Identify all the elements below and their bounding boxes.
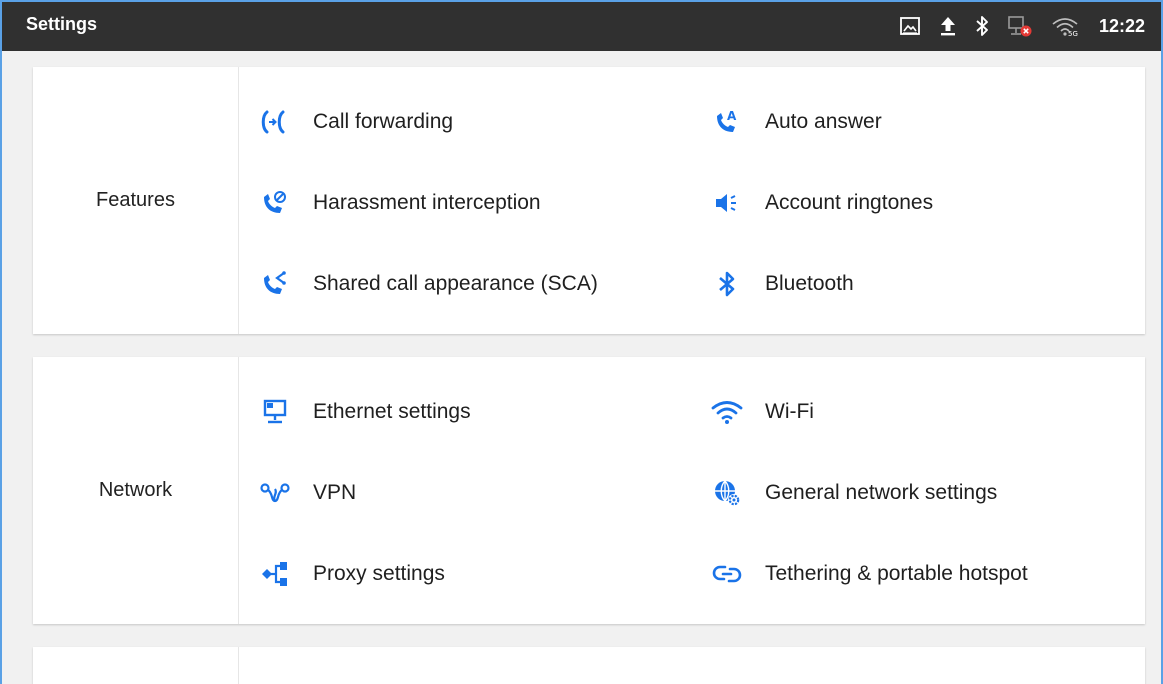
hotspot-icon: [711, 558, 743, 590]
ethernet-error-icon: [1007, 15, 1033, 37]
next-grid: [239, 647, 1145, 684]
shared-call-appearance-label: Shared call appearance (SCA): [313, 272, 598, 295]
gallery-icon: [899, 16, 921, 36]
features-section: Features Call forwarding A Auto answer H…: [33, 67, 1145, 334]
bluetooth-icon: [711, 268, 743, 300]
ethernet-settings-label: Ethernet settings: [313, 400, 471, 423]
wifi-item[interactable]: Wi-Fi: [711, 392, 814, 432]
vpn-item[interactable]: VPN: [259, 473, 356, 513]
account-ringtones-label: Account ringtones: [765, 191, 934, 214]
ringtone-icon: [711, 187, 743, 219]
wifi-band-label: 5G: [1068, 30, 1078, 37]
network-settings-icon: [711, 477, 743, 509]
tethering-hotspot-label: Tethering & portable hotspot: [765, 562, 1028, 585]
wifi-label: Wi-Fi: [765, 400, 814, 423]
auto-answer-badge: A: [727, 109, 737, 123]
section-label-next: [33, 647, 239, 684]
general-network-settings-label: General network settings: [765, 481, 998, 504]
wifi-5g-icon: 5G: [1051, 15, 1081, 37]
section-label-features: Features: [33, 67, 239, 334]
harassment-interception-item[interactable]: Harassment interception: [259, 183, 541, 223]
vpn-label: VPN: [313, 481, 357, 504]
features-grid: Call forwarding A Auto answer Harassment…: [239, 67, 1145, 334]
device-screen: Settings 5G 12:22 Features Call forwardi…: [0, 0, 1163, 684]
wifi-icon: [711, 396, 743, 428]
call-forwarding-item[interactable]: Call forwarding: [259, 102, 453, 142]
bluetooth-label: Bluetooth: [765, 272, 854, 295]
status-bar: Settings 5G 12:22: [2, 0, 1161, 51]
next-section: [33, 647, 1145, 684]
section-label-network: Network: [33, 357, 239, 624]
call-forwarding-label: Call forwarding: [313, 110, 454, 133]
proxy-icon: [259, 558, 291, 590]
tethering-hotspot-item[interactable]: Tethering & portable hotspot: [711, 554, 1028, 594]
shared-call-icon: [259, 268, 291, 300]
auto-answer-icon: A: [711, 106, 743, 138]
auto-answer-label: Auto answer: [765, 110, 882, 133]
ethernet-settings-item[interactable]: Ethernet settings: [259, 392, 471, 432]
upload-icon: [939, 15, 957, 37]
proxy-settings-item[interactable]: Proxy settings: [259, 554, 445, 594]
call-forwarding-icon: [259, 106, 291, 138]
settings-content: Features Call forwarding A Auto answer H…: [2, 51, 1161, 684]
harassment-interception-label: Harassment interception: [313, 191, 541, 214]
clock: 12:22: [1098, 15, 1145, 36]
bluetooth-item[interactable]: Bluetooth: [711, 264, 854, 304]
account-ringtones-item[interactable]: Account ringtones: [711, 183, 933, 223]
network-grid: Ethernet settings Wi-Fi VPN General netw…: [239, 357, 1145, 624]
proxy-settings-label: Proxy settings: [313, 562, 445, 585]
vpn-icon: [259, 477, 291, 509]
ethernet-icon: [259, 396, 291, 428]
harassment-interception-icon: [259, 187, 291, 219]
bluetooth-icon: [975, 15, 989, 37]
shared-call-appearance-item[interactable]: Shared call appearance (SCA): [259, 264, 598, 304]
page-title: Settings: [26, 14, 98, 34]
status-icons: 5G 12:22: [899, 11, 1145, 41]
auto-answer-item[interactable]: A Auto answer: [711, 102, 882, 142]
network-section: Network Ethernet settings Wi-Fi VPN Gene…: [33, 357, 1145, 624]
general-network-settings-item[interactable]: General network settings: [711, 473, 997, 513]
